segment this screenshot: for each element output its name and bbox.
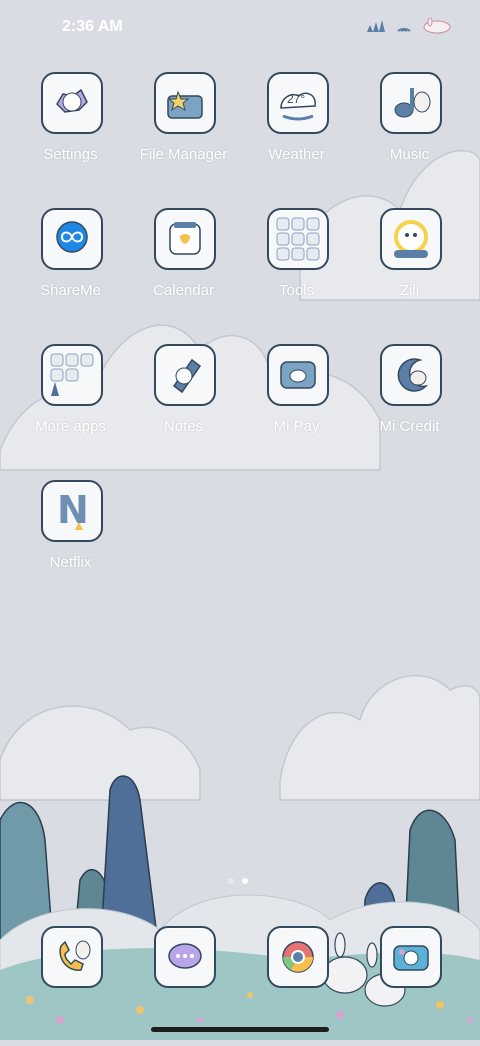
app-file-manager[interactable]: File Manager xyxy=(127,72,240,192)
weather-icon[interactable]: 27° xyxy=(267,72,329,134)
page-dot-active[interactable] xyxy=(242,878,248,884)
app-music[interactable]: Music xyxy=(353,72,466,192)
app-label: Netflix xyxy=(49,554,92,571)
app-mi-credit[interactable]: Mi Credit xyxy=(353,344,466,464)
phone-icon[interactable] xyxy=(41,926,103,988)
app-label: Tools xyxy=(278,282,315,299)
app-label: Mi Pay xyxy=(273,418,320,435)
app-label: More apps xyxy=(35,418,106,435)
weather-temp: 27° xyxy=(287,92,306,106)
app-zili[interactable]: Zili xyxy=(353,208,466,328)
shareme-icon[interactable] xyxy=(41,208,103,270)
app-label: Calendar xyxy=(153,282,214,299)
messages-icon[interactable] xyxy=(154,926,216,988)
notes-icon[interactable] xyxy=(154,344,216,406)
app-mi-pay[interactable]: Mi Pay xyxy=(240,344,353,464)
camera-icon[interactable] xyxy=(380,926,442,988)
calendar-icon[interactable] xyxy=(154,208,216,270)
dock-phone[interactable] xyxy=(14,926,127,1046)
netflix-icon[interactable]: N xyxy=(41,480,103,542)
app-label: Weather xyxy=(268,146,325,163)
app-notes[interactable]: Notes xyxy=(127,344,240,464)
clock: 2:36 AM xyxy=(62,18,123,35)
page-indicator xyxy=(228,878,248,884)
wifi-icon xyxy=(396,19,412,38)
music-icon[interactable] xyxy=(380,72,442,134)
app-more-apps[interactable]: More apps xyxy=(14,344,127,464)
folder-icon[interactable] xyxy=(154,72,216,134)
app-shareme[interactable]: ShareMe xyxy=(14,208,127,328)
app-calendar[interactable]: Calendar xyxy=(127,208,240,328)
app-weather[interactable]: 27° Weather xyxy=(240,72,353,192)
battery-icon xyxy=(422,17,452,39)
home-indicator[interactable] xyxy=(151,1027,329,1032)
app-netflix[interactable]: N Netflix xyxy=(14,480,127,600)
dock-camera[interactable] xyxy=(353,926,466,1046)
status-bar: 2:36 AM xyxy=(0,0,480,56)
more-apps-folder-icon[interactable] xyxy=(41,344,103,406)
page-dot[interactable] xyxy=(228,878,234,884)
app-label: Mi Credit xyxy=(379,418,440,435)
app-label: File Manager xyxy=(139,146,228,163)
chrome-icon[interactable] xyxy=(267,926,329,988)
settings-icon[interactable] xyxy=(41,72,103,134)
tools-folder-icon[interactable] xyxy=(267,208,329,270)
app-tools[interactable]: Tools xyxy=(240,208,353,328)
signal-icon xyxy=(366,19,386,38)
app-label: ShareMe xyxy=(40,282,101,299)
app-settings[interactable]: Settings xyxy=(14,72,127,192)
credit-icon[interactable] xyxy=(380,344,442,406)
app-label: Notes xyxy=(163,418,204,435)
netflix-letter: N xyxy=(57,488,89,532)
app-label: Settings xyxy=(43,146,98,163)
wallet-icon[interactable] xyxy=(267,344,329,406)
app-label: Music xyxy=(389,146,430,163)
app-label: Zili xyxy=(399,282,420,299)
dock xyxy=(0,926,480,996)
zili-icon[interactable] xyxy=(380,208,442,270)
